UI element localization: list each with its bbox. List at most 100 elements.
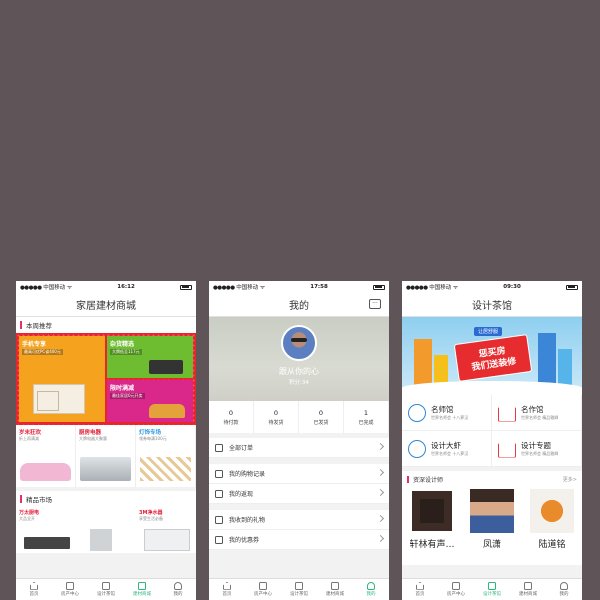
purifier-image — [144, 529, 190, 551]
tab-home[interactable]: 首页 — [16, 579, 52, 600]
market-item[interactable] — [76, 507, 136, 553]
tab-home[interactable]: 首页 — [209, 579, 245, 600]
star-icon — [408, 403, 426, 422]
tab-mine[interactable]: 我的 — [353, 579, 389, 600]
promo-mobile[interactable]: 手机专享 最高可优PC省400元 — [19, 336, 105, 422]
menu-list: 全部订单 我的购物记录 我的返现 我收到的礼物 我的优惠券 — [209, 438, 389, 550]
designer-photo — [470, 489, 514, 533]
avatar[interactable] — [281, 325, 317, 361]
book-icon — [295, 581, 303, 590]
designer-card[interactable]: 陆道铭 — [526, 489, 578, 563]
lamp-image — [140, 457, 191, 481]
banner-slogan: 惩买房 我们送装修 — [453, 334, 533, 382]
battery-icon — [373, 284, 385, 290]
weekly-header: 本周推荐 — [16, 317, 196, 333]
market-item[interactable]: 3M净水器 享受生活必备 — [136, 507, 196, 553]
bag-icon — [331, 581, 339, 590]
person-icon — [560, 581, 568, 590]
menu-cashback[interactable]: 我的返现 — [209, 484, 389, 504]
gift-icon — [215, 515, 223, 524]
tab-bar: 首页 房产中心 设计茶馆 建材商城 我的 — [16, 578, 196, 600]
home-icon — [223, 581, 231, 590]
feature-designers[interactable]: 设计大虾 世界名师会 十八萝汉 — [402, 431, 492, 467]
feature-masters[interactable]: 名师馆 世界名师会 十八萝汉 — [402, 395, 492, 431]
promo-banner[interactable]: 让居舒服 惩买房 我们送装修 — [402, 317, 582, 395]
designer-photo — [410, 489, 454, 533]
order-pending-ship[interactable]: 0 待发货 — [254, 401, 299, 433]
promo-banner[interactable]: 手机专享 最高可优PC省400元 杂货精选 大牌低至117元 限时满减 最佳家居… — [16, 333, 196, 425]
more-link[interactable]: 更多> — [563, 476, 577, 483]
status-bar: ●●●●● 中国移动 ᯤ 17:58 — [209, 281, 389, 293]
status-bar: ●●●●● 中国移动 ᯤ 09:30 — [402, 281, 582, 293]
tab-property[interactable]: 房产中心 — [245, 579, 281, 600]
cashback-icon — [215, 489, 223, 498]
menu-gifts[interactable]: 我收到的礼物 — [209, 510, 389, 530]
menu-all-orders[interactable]: 全部订单 — [209, 438, 389, 458]
tab-bar: 首页 房产中心 设计茶馆 建材商城 我的 — [402, 578, 582, 600]
tab-property[interactable]: 房产中心 — [438, 579, 474, 600]
tab-mall[interactable]: 建材商城 — [124, 579, 160, 600]
crown-icon — [498, 441, 516, 458]
market-section: 精品市场 万太厨电 大品全开 3M净水器 享受生活必备 — [16, 491, 196, 553]
user-name: 跟从你的心 — [279, 367, 319, 376]
designer-card[interactable]: 凤潇 — [466, 489, 518, 563]
order-shipped[interactable]: 0 已发货 — [299, 401, 344, 433]
tab-bar: 首页 房产中心 设计茶馆 建材商城 我的 — [209, 578, 389, 600]
tab-design[interactable]: 设计茶馆 — [281, 579, 317, 600]
faucet-image — [90, 529, 112, 551]
feature-works[interactable]: 名作馆 世界名师会 精品雅卿 — [492, 395, 582, 431]
menu-coupons[interactable]: 我的优惠券 — [209, 530, 389, 550]
category-item[interactable]: 岁末狂欢 折上再满减 — [16, 425, 76, 487]
coupon-icon — [215, 535, 223, 544]
nav-title: 设计茶馆 — [402, 293, 582, 317]
tab-mall[interactable]: 建材商城 — [317, 579, 353, 600]
designer-photo — [530, 489, 574, 533]
tab-home[interactable]: 首页 — [402, 579, 438, 600]
feature-grid: 名师馆 世界名师会 十八萝汉 名作馆 世界名师会 精品雅卿 设计大虾 世界名师会 十八… — [402, 395, 582, 467]
banner-tag: 让居舒服 — [474, 327, 503, 336]
image-icon — [259, 581, 267, 590]
message-icon[interactable]: ··· — [369, 299, 381, 309]
phone-profile: ●●●●● 中国移动 ᯤ 17:58 我的 ··· 跟从你的心 积分:34 0待… — [209, 281, 389, 600]
person-icon — [174, 581, 182, 590]
promo-discount[interactable]: 限时满减 最佳家居0元开卖 — [107, 380, 193, 422]
bag-icon — [524, 581, 532, 590]
desk-image — [33, 384, 85, 414]
image-icon — [452, 581, 460, 590]
star-icon — [408, 439, 426, 458]
range-hood-image — [24, 537, 70, 549]
nav-title: 家居建材商城 — [16, 293, 196, 317]
promo-goods[interactable]: 杂货精选 大牌低至117元 — [107, 336, 193, 378]
menu-purchase-history[interactable]: 我的购物记录 — [209, 464, 389, 484]
home-icon — [30, 581, 38, 590]
tab-mine[interactable]: 我的 — [160, 579, 196, 600]
chevron-right-icon — [376, 514, 385, 523]
book-icon — [488, 581, 496, 590]
tab-mine[interactable]: 我的 — [546, 579, 582, 600]
chevron-right-icon — [376, 468, 385, 477]
category-item[interactable]: 厨房电器 大牌电器大聚惠 — [76, 425, 136, 487]
nav-title: 我的 — [289, 301, 309, 312]
tab-mall[interactable]: 建材商城 — [510, 579, 546, 600]
battery-icon — [566, 284, 578, 290]
market-item[interactable]: 万太厨电 大品全开 — [16, 507, 76, 553]
stove-image — [149, 360, 183, 374]
category-row: 岁末狂欢 折上再满减 厨房电器 大牌电器大聚惠 灯饰专场 领券每满100元 — [16, 425, 196, 487]
chevron-right-icon — [376, 534, 385, 543]
nav-bar: 我的 ··· — [209, 293, 389, 317]
order-completed[interactable]: 1 已完成 — [344, 401, 389, 433]
designer-card[interactable]: 轩林有声… — [406, 489, 458, 563]
bag-icon — [138, 581, 146, 590]
phone-design: ●●●●● 中国移动 ᯤ 09:30 设计茶馆 让居舒服 惩买房 我们送装修 名… — [402, 281, 582, 600]
tab-design[interactable]: 设计茶馆 — [88, 579, 124, 600]
cart-icon — [215, 469, 223, 478]
feature-topics[interactable]: 设计专题 世界名师会 精品雅卿 — [492, 431, 582, 467]
category-item[interactable]: 灯饰专场 领券每满100元 — [136, 425, 196, 487]
image-icon — [66, 581, 74, 590]
profile-header: 跟从你的心 积分:34 — [209, 317, 389, 401]
order-pending-pay[interactable]: 0 待付款 — [209, 401, 254, 433]
tab-design[interactable]: 设计茶馆 — [474, 579, 510, 600]
designer-list: 轩林有声… 凤潇 陆道铭 — [402, 487, 582, 565]
user-score: 积分:34 — [289, 380, 309, 386]
tab-property[interactable]: 房产中心 — [52, 579, 88, 600]
